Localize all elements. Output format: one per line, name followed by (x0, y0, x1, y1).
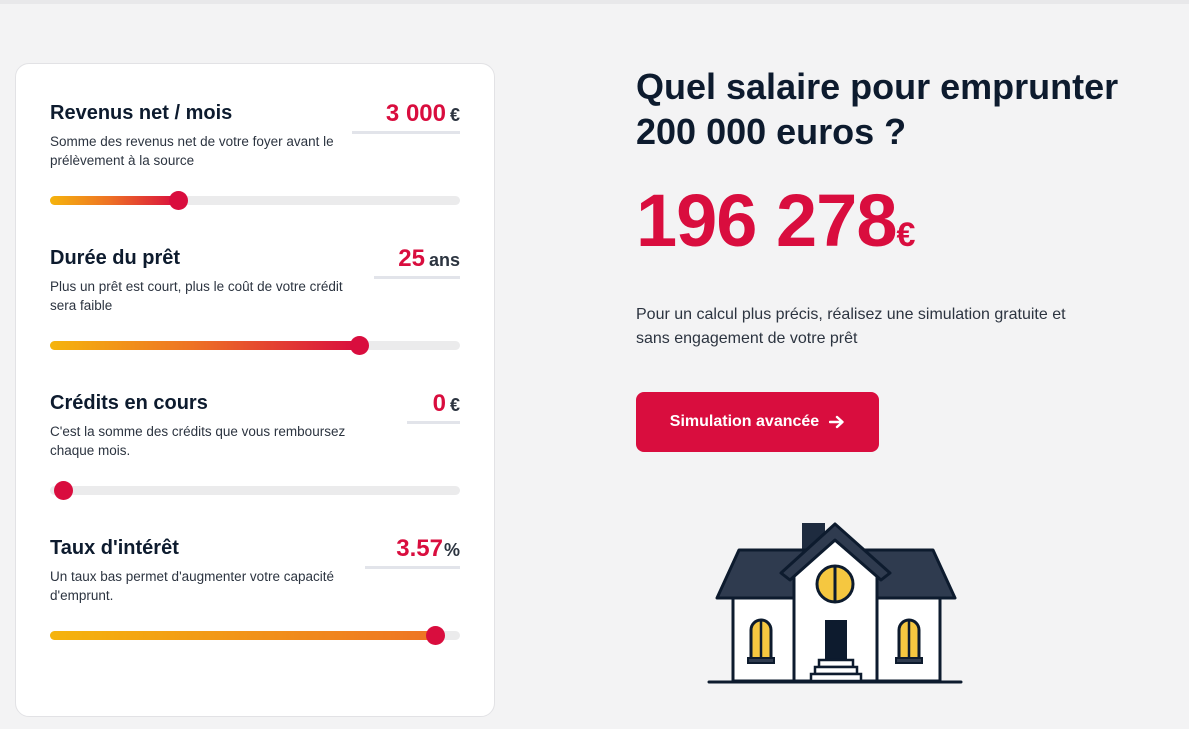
income-parameter: Revenus net / mois 3 000 € Somme des reve… (50, 100, 460, 212)
rate-slider[interactable] (50, 626, 460, 645)
rate-parameter: Taux d'intérêt 3.57% Un taux bas permet … (50, 535, 460, 647)
rate-value-field[interactable]: 3.57% (365, 535, 460, 569)
duration-description: Plus un prêt est court, plus le coût de … (50, 279, 343, 313)
rate-slider-fill (50, 631, 436, 640)
income-description: Somme des revenus net de votre foyer ava… (50, 134, 334, 168)
result-currency: € (896, 216, 916, 254)
duration-slider-fill (50, 341, 359, 350)
income-slider-thumb[interactable] (169, 191, 189, 210)
rate-title: Taux d'intérêt (50, 537, 179, 559)
duration-unit: ans (428, 250, 460, 270)
income-value: 3 000 (385, 100, 446, 127)
income-value-field[interactable]: 3 000 € (352, 100, 460, 134)
info-text: Pour un calcul plus précis, réalisez une… (636, 306, 1066, 347)
credits-title: Crédits en cours (50, 392, 208, 414)
result-amount: 196 278€ (636, 178, 915, 263)
credits-value: 0 (432, 390, 446, 417)
rate-slider-thumb[interactable] (426, 626, 446, 645)
duration-slider-thumb[interactable] (349, 336, 369, 355)
page-title: Quel salaire pour emprunter 200 000 euro… (636, 66, 1119, 152)
credits-slider[interactable] (50, 481, 460, 500)
credits-parameter: Crédits en cours 0 € C'est la somme des c… (50, 390, 460, 502)
income-slider[interactable] (50, 191, 460, 210)
credits-description: C'est la somme des crédits que vous remb… (50, 424, 346, 458)
duration-parameter: Durée du prêt 25 ans Plus un prêt est cou… (50, 245, 460, 357)
arrow-right-icon (829, 415, 844, 429)
income-title: Revenus net / mois (50, 102, 233, 124)
income-slider-fill (50, 196, 179, 205)
income-unit: € (449, 105, 460, 125)
calculator-card: Revenus net / mois 3 000 € Somme des reve… (15, 63, 495, 717)
house-icon (707, 522, 963, 684)
rate-value: 3.57 (396, 535, 443, 562)
rate-unit: % (443, 540, 460, 560)
credits-slider-thumb[interactable] (54, 481, 73, 500)
rate-description: Un taux bas permet d'augmenter votre cap… (50, 569, 334, 603)
top-strip (0, 0, 1189, 4)
duration-value-field[interactable]: 25 ans (374, 245, 460, 279)
result-amount-value: 196 278 (636, 179, 897, 262)
duration-slider[interactable] (50, 336, 460, 355)
credits-value-field[interactable]: 0 € (407, 390, 460, 424)
advanced-simulation-label: Simulation avancée (669, 413, 820, 430)
duration-value: 25 (398, 245, 425, 272)
advanced-simulation-button[interactable]: Simulation avancée (636, 392, 879, 452)
credits-unit: € (449, 395, 460, 415)
duration-title: Durée du prêt (50, 247, 181, 269)
